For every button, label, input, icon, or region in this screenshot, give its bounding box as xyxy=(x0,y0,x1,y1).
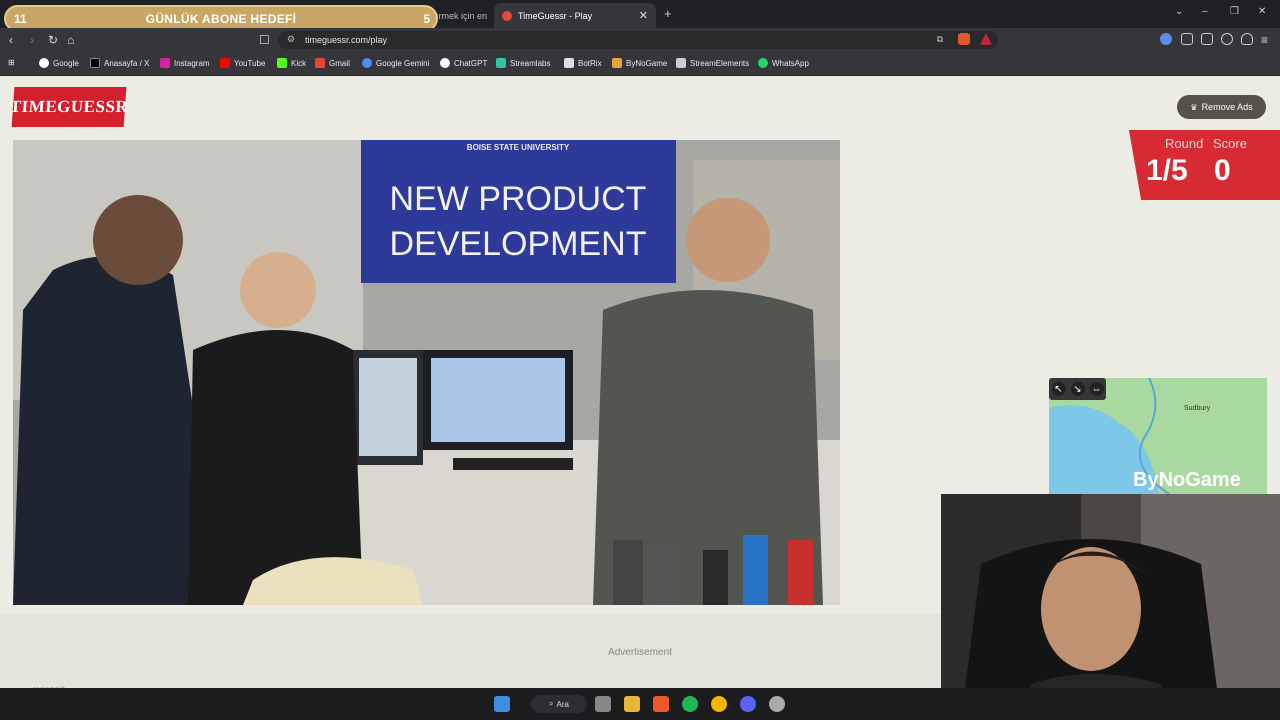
banner-top-text: BOISE STATE UNIVERSITY xyxy=(467,143,570,152)
reload-icon[interactable]: ↻ xyxy=(48,33,58,47)
goal-target: 5 xyxy=(423,11,430,26)
bookmark-icon[interactable]: ☐ xyxy=(259,33,270,47)
screen: ırmek için en TimeGuessr - Play ✕ + ⌄ – … xyxy=(0,0,1280,720)
chrome-icon[interactable] xyxy=(711,696,727,712)
sidebar-icon[interactable] xyxy=(1201,33,1213,45)
banner-line2-text: DEVELOPMENT xyxy=(390,225,647,263)
translate-icon[interactable]: ⧉ xyxy=(937,34,943,45)
spotify-icon[interactable] xyxy=(682,696,698,712)
file-explorer-icon[interactable] xyxy=(624,696,640,712)
tab-label: TimeGuessr - Play xyxy=(518,10,593,21)
maximize-icon[interactable]: ❐ xyxy=(1230,6,1239,17)
bookmark-google[interactable]: Google xyxy=(39,58,79,68)
windows-taskbar: ⌕ Ara xyxy=(0,688,1280,720)
forward-icon[interactable]: › xyxy=(30,33,34,47)
map-controls: ↖ ↘ ⇔ xyxy=(1049,378,1106,400)
taskbar-search[interactable]: ⌕ Ara xyxy=(531,695,587,713)
timeguessr-logo[interactable]: TIMEGUESSR xyxy=(9,87,129,127)
brave-shield-icon[interactable] xyxy=(958,33,970,45)
round-label: Round xyxy=(1165,136,1204,151)
apps-grid-icon[interactable]: ⊞ xyxy=(8,58,15,67)
bookmark-x[interactable]: Anasayfa / X xyxy=(90,58,149,68)
chatgpt-icon xyxy=(440,58,450,68)
ai-icon[interactable] xyxy=(1221,33,1233,45)
bookmark-chatgpt[interactable]: ChatGPT xyxy=(440,58,487,68)
start-icon[interactable] xyxy=(494,696,510,712)
whatsapp-icon xyxy=(758,58,768,68)
tab-list-icon[interactable]: ⌄ xyxy=(1175,6,1183,17)
expand-map-icon[interactable]: ↖ xyxy=(1051,382,1066,396)
timeguessr-favicon-icon xyxy=(502,10,512,21)
bookmark-gmail[interactable]: Gmail xyxy=(315,58,350,68)
tab-active[interactable]: TimeGuessr - Play ✕ xyxy=(494,3,656,28)
round-value: 1/5 xyxy=(1146,154,1188,187)
bookmark-streamelements[interactable]: StreamElements xyxy=(676,58,749,68)
round-photo: BOISE STATE UNIVERSITY NEW PRODUCT DEVEL… xyxy=(13,140,840,605)
keyboard xyxy=(453,458,573,470)
banner-line1-text: NEW PRODUCT xyxy=(390,180,647,218)
close-window-icon[interactable]: ✕ xyxy=(1258,6,1266,17)
crown-icon: ♛ xyxy=(1190,102,1198,112)
gmail-icon xyxy=(315,58,325,68)
leo-icon[interactable] xyxy=(1160,33,1172,45)
goal-title: GÜNLÜK ABONE HEDEFİ xyxy=(145,11,297,26)
home-icon[interactable]: ⌂ xyxy=(67,33,74,47)
search-icon: ⌕ xyxy=(549,699,554,708)
remove-ads-button[interactable]: ♛ Remove Ads xyxy=(1177,95,1266,119)
bookmark-instagram[interactable]: Instagram xyxy=(160,58,210,68)
site-info-icon[interactable]: ⚙ xyxy=(287,34,295,45)
obs-icon[interactable] xyxy=(769,696,785,712)
google-icon xyxy=(39,58,49,68)
bookmark-bynogame[interactable]: ByNoGame xyxy=(612,58,667,68)
vpn-shield-icon[interactable] xyxy=(1241,33,1253,45)
instagram-icon xyxy=(160,58,170,68)
menu-icon[interactable]: ≡ xyxy=(1261,33,1268,47)
bynogame-icon xyxy=(612,58,622,68)
x-icon xyxy=(90,58,100,68)
brave-icon[interactable] xyxy=(653,696,669,712)
url-text: timeguessr.com/play xyxy=(305,35,388,45)
webcam-illustration xyxy=(941,494,1280,720)
youtube-icon xyxy=(220,58,230,68)
pin-map-icon[interactable]: ⇔ xyxy=(1089,382,1104,396)
streamelements-icon xyxy=(676,58,686,68)
bookmarks-bar: ⊞ Google Anasayfa / X Instagram YouTube … xyxy=(0,52,1280,76)
tab-previous[interactable]: ırmek için en xyxy=(436,3,492,28)
tab-close-icon[interactable]: ✕ xyxy=(639,9,648,22)
streamlabs-icon xyxy=(496,58,506,68)
extensions-icon[interactable] xyxy=(1181,33,1193,45)
bookmark-whatsapp[interactable]: WhatsApp xyxy=(758,58,809,68)
botrix-icon xyxy=(564,58,574,68)
bookmark-botrix[interactable]: BotRix xyxy=(564,58,602,68)
bookmark-streamlabs[interactable]: Streamlabs xyxy=(496,58,550,68)
streamer-webcam xyxy=(941,494,1280,720)
lab-photo-illustration: BOISE STATE UNIVERSITY NEW PRODUCT DEVEL… xyxy=(13,140,840,605)
discord-icon[interactable] xyxy=(740,696,756,712)
bookmark-kick[interactable]: Kick xyxy=(277,58,306,68)
gemini-icon xyxy=(362,58,372,68)
url-field[interactable]: ⚙ timeguessr.com/play ⧉ xyxy=(278,31,998,49)
minimize-icon[interactable]: – xyxy=(1202,6,1208,17)
kick-icon xyxy=(277,58,287,68)
round-score-panel: Round 1/5 Score 0 xyxy=(1129,130,1280,200)
back-icon[interactable]: ‹ xyxy=(9,33,13,47)
score-label: Score xyxy=(1213,136,1247,151)
bynogame-watermark: ByNoGame xyxy=(1133,469,1241,491)
new-tab-icon[interactable]: + xyxy=(664,6,672,21)
task-view-icon[interactable] xyxy=(595,696,611,712)
tab-label: ırmek için en xyxy=(436,10,488,21)
shrink-map-icon[interactable]: ↘ xyxy=(1070,382,1085,396)
address-bar-row: ‹ › ↻ ⌂ ☐ ⚙ timeguessr.com/play ⧉ ≡ xyxy=(0,28,1280,52)
map-city-label: Sudbury xyxy=(1184,405,1211,412)
bookmark-youtube[interactable]: YouTube xyxy=(220,58,265,68)
bookmark-gemini[interactable]: Google Gemini xyxy=(362,58,429,68)
score-value: 0 xyxy=(1214,154,1231,187)
